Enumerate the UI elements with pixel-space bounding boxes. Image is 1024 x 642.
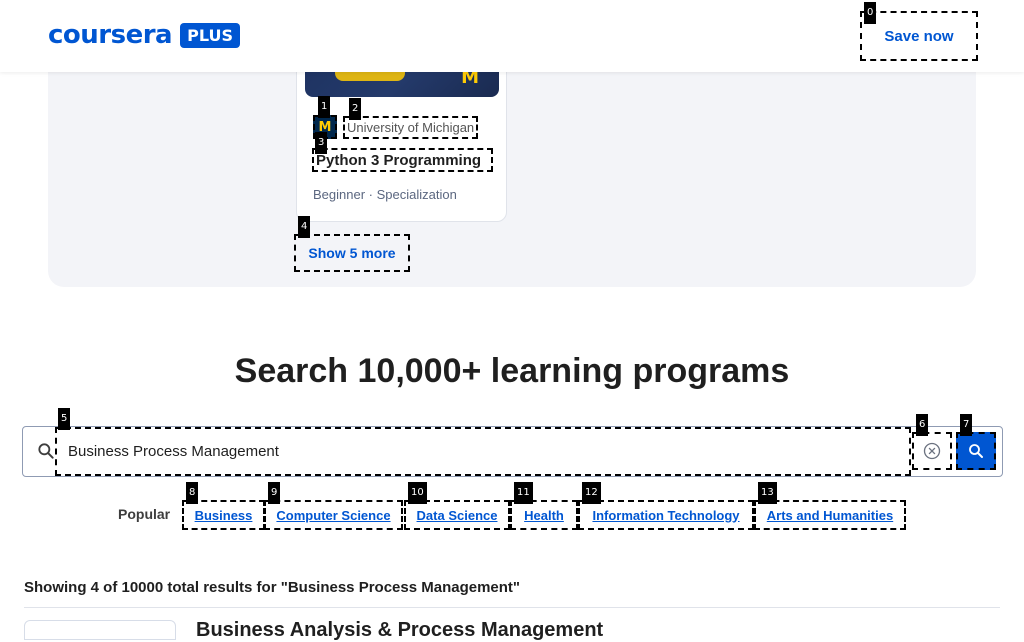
results-divider (24, 607, 1000, 608)
marker-label: 7 (960, 414, 973, 436)
search-input[interactable] (55, 427, 911, 476)
marker-label: 5 (58, 408, 71, 430)
marker-label: 12 (582, 482, 601, 504)
save-now-button[interactable]: Save now (860, 11, 978, 61)
marker-label: 8 (186, 482, 199, 504)
coursera-plus-logo[interactable]: coursera PLUS (48, 20, 240, 50)
marker-label: 4 (298, 216, 311, 238)
chip-label: Information Technology (592, 507, 740, 523)
result-thumbnail[interactable] (24, 620, 176, 640)
university-name[interactable]: University of Michigan (343, 115, 479, 139)
chip-label: Health (524, 507, 564, 523)
logo-plus-badge: PLUS (180, 22, 240, 48)
show-more-button[interactable]: Show 5 more (294, 234, 410, 272)
marker-label: 9 (268, 482, 281, 504)
popular-label: Popular (118, 506, 171, 522)
chip-information-technology[interactable]: Information Technology (578, 500, 754, 530)
search-submit-button[interactable] (956, 432, 996, 470)
search-heading: Search 10,000+ learning programs (234, 352, 790, 390)
search-icon (969, 444, 983, 458)
marker-label: 13 (758, 482, 777, 504)
result-title[interactable]: Business Analysis & Process Management (196, 619, 603, 642)
clear-search-button[interactable] (912, 432, 952, 470)
logo-word: coursera (48, 20, 173, 50)
marker-label: 10 (408, 482, 427, 504)
chip-data-science[interactable]: Data Science (404, 500, 510, 530)
course-meta: Beginner · Specialization (313, 187, 457, 202)
chip-label: Computer Science (276, 507, 391, 523)
marker-label: 0 (864, 2, 877, 24)
chip-arts-and-humanities[interactable]: Arts and Humanities (754, 500, 906, 530)
chip-label: Arts and Humanities (766, 507, 894, 523)
chip-computer-science[interactable]: Computer Science (264, 500, 403, 530)
marker-label: 3 (315, 132, 328, 154)
chip-health[interactable]: Health (510, 500, 578, 530)
clear-icon (923, 442, 941, 460)
chip-label: Data Science (416, 507, 498, 523)
course-title[interactable]: Python 3 Programming (312, 148, 493, 172)
marker-label: 2 (349, 98, 362, 120)
chip-business[interactable]: Business (182, 500, 265, 530)
results-summary: Showing 4 of 10000 total results for "Bu… (24, 579, 521, 596)
chip-label: Business (194, 507, 253, 523)
marker-label: 6 (916, 414, 929, 436)
marker-label: 11 (514, 482, 533, 504)
partner-row: M University of Michigan (313, 115, 479, 139)
marker-label: 1 (318, 96, 331, 118)
search-icon (38, 443, 54, 459)
